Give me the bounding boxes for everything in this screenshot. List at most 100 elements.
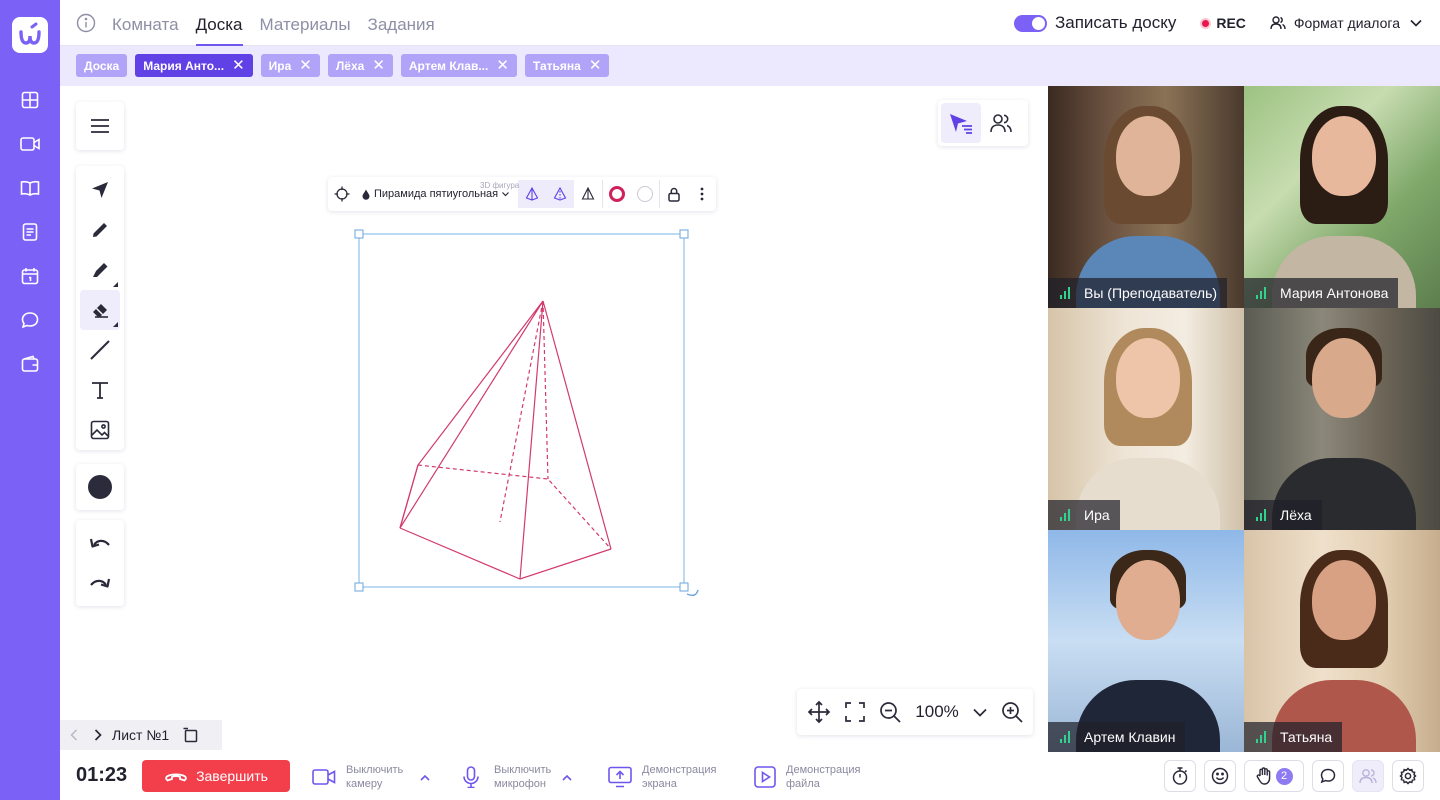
file-label-line1: Демонстрация bbox=[786, 764, 861, 776]
pencil-icon bbox=[93, 223, 107, 237]
pan-icon[interactable] bbox=[807, 700, 831, 724]
close-icon[interactable]: ✕ bbox=[372, 58, 385, 73]
menu-button[interactable] bbox=[76, 102, 124, 150]
camera-toggle[interactable]: Выключить камеру bbox=[312, 760, 430, 794]
pyramid-dashed-button[interactable] bbox=[546, 180, 574, 208]
raise-hand-button[interactable]: 2 bbox=[1244, 760, 1304, 792]
video-tile[interactable]: Ира bbox=[1048, 308, 1244, 530]
zoom-in-icon[interactable] bbox=[1001, 701, 1023, 723]
board-chip[interactable]: Ира ✕ bbox=[260, 54, 320, 77]
board-chip[interactable]: Лёха ✕ bbox=[327, 54, 393, 77]
board-chip[interactable]: Доска bbox=[76, 54, 128, 77]
info-icon[interactable] bbox=[76, 13, 96, 33]
zoom-out-icon[interactable] bbox=[879, 701, 901, 723]
board-chip[interactable]: Артем Клав... ✕ bbox=[400, 54, 517, 77]
play-file-icon bbox=[754, 766, 776, 788]
settings-button[interactable] bbox=[1392, 760, 1424, 792]
stroke-color-icon bbox=[609, 186, 625, 202]
participants-mode-button[interactable] bbox=[981, 103, 1021, 143]
video-tile[interactable]: Лёха bbox=[1244, 308, 1440, 530]
participant-label: Лёха bbox=[1244, 500, 1322, 530]
record-board-label[interactable]: Записать доску bbox=[1055, 13, 1176, 33]
more-button[interactable] bbox=[688, 180, 716, 208]
pyramid-outline-button[interactable] bbox=[574, 180, 602, 208]
users-icon bbox=[1359, 769, 1377, 784]
chevron-up-icon[interactable] bbox=[562, 774, 572, 781]
undo-icon bbox=[89, 538, 110, 548]
eraser-icon bbox=[93, 304, 108, 318]
close-icon[interactable]: ✕ bbox=[496, 58, 509, 73]
signal-icon bbox=[1060, 509, 1072, 521]
image-tool[interactable] bbox=[80, 410, 120, 450]
chevron-right-icon[interactable] bbox=[94, 729, 102, 741]
book-icon[interactable] bbox=[18, 176, 42, 200]
chat-button[interactable] bbox=[1312, 760, 1344, 792]
shape-type-select[interactable]: 3D фигура Пирамида пятиугольная bbox=[356, 177, 519, 211]
document-icon[interactable] bbox=[18, 220, 42, 244]
more-vertical-icon bbox=[700, 187, 704, 201]
pyramid-solid-button[interactable] bbox=[518, 180, 546, 208]
page-label[interactable]: Лист №1 bbox=[112, 727, 169, 743]
logo-icon[interactable] bbox=[12, 17, 48, 53]
tab-board[interactable]: Доска bbox=[195, 0, 243, 46]
fit-screen-icon[interactable] bbox=[845, 702, 865, 722]
fill-color-button[interactable] bbox=[631, 180, 659, 208]
undo-button[interactable] bbox=[80, 524, 120, 564]
left-sidebar bbox=[0, 0, 60, 800]
marker-icon bbox=[93, 263, 108, 277]
presenter-mode-button[interactable] bbox=[941, 103, 981, 143]
signal-icon bbox=[1256, 731, 1268, 743]
text-tool[interactable] bbox=[80, 370, 120, 410]
video-tile[interactable]: Артем Клавин bbox=[1048, 530, 1244, 752]
timer-button[interactable] bbox=[1164, 760, 1196, 792]
wallet-icon[interactable] bbox=[18, 352, 42, 376]
fill-color-icon bbox=[637, 186, 653, 202]
rec-label: REC bbox=[1216, 15, 1246, 31]
marker-tool[interactable] bbox=[80, 250, 120, 290]
tab-materials[interactable]: Материалы bbox=[260, 0, 351, 46]
screen-share-button[interactable]: Демонстрация экрана bbox=[608, 760, 720, 794]
chat-icon[interactable] bbox=[18, 308, 42, 332]
tab-tasks[interactable]: Задания bbox=[368, 0, 435, 46]
color-picker-button[interactable] bbox=[76, 464, 124, 510]
microphone-toggle[interactable]: Выключить микрофон bbox=[462, 760, 572, 794]
close-icon[interactable]: ✕ bbox=[299, 58, 312, 73]
pyramid-outline-icon bbox=[581, 187, 595, 200]
select-tool[interactable] bbox=[80, 170, 120, 210]
lock-button[interactable] bbox=[660, 180, 688, 208]
calendar-icon[interactable] bbox=[18, 264, 42, 288]
record-board-toggle[interactable] bbox=[1013, 14, 1047, 32]
stroke-color-button[interactable] bbox=[603, 180, 631, 208]
redo-button[interactable] bbox=[80, 564, 120, 604]
participants-button[interactable] bbox=[1352, 760, 1384, 792]
chevron-down-icon[interactable] bbox=[973, 708, 987, 717]
dashboard-icon[interactable] bbox=[18, 88, 42, 112]
board-chip[interactable]: Татьяна ✕ bbox=[524, 54, 610, 77]
close-icon[interactable]: ✕ bbox=[589, 58, 602, 73]
video-tile[interactable]: Татьяна bbox=[1244, 530, 1440, 752]
pen-tool[interactable] bbox=[80, 210, 120, 250]
chevron-down-icon bbox=[502, 191, 510, 196]
participant-label: Татьяна bbox=[1244, 722, 1343, 752]
chevron-left-icon[interactable] bbox=[70, 729, 78, 741]
tab-room[interactable]: Комната bbox=[112, 0, 179, 46]
file-share-button[interactable]: Демонстрация файла bbox=[754, 760, 864, 794]
add-page-icon[interactable] bbox=[183, 727, 199, 743]
chevron-down-icon[interactable] bbox=[1410, 19, 1422, 27]
chevron-up-icon[interactable] bbox=[420, 774, 430, 781]
whiteboard-canvas[interactable]: 3D фигура Пирамида пятиугольная 100% Лис… bbox=[60, 86, 1048, 750]
move-shape-button[interactable] bbox=[328, 180, 356, 208]
pyramid-drawing[interactable] bbox=[350, 226, 710, 606]
dialog-format-select[interactable]: Формат диалога bbox=[1294, 15, 1400, 31]
board-chip[interactable]: Мария Анто... ✕ bbox=[135, 54, 253, 77]
video-tile[interactable]: Мария Антонова bbox=[1244, 86, 1440, 308]
reactions-button[interactable] bbox=[1204, 760, 1236, 792]
close-icon[interactable]: ✕ bbox=[232, 58, 245, 73]
zoom-level[interactable]: 100% bbox=[915, 702, 958, 722]
resize-handle bbox=[679, 582, 689, 592]
video-tile[interactable]: Вы (Преподаватель) bbox=[1048, 86, 1244, 308]
eraser-tool[interactable] bbox=[80, 290, 120, 330]
end-call-button[interactable]: Завершить bbox=[142, 760, 290, 792]
video-icon[interactable] bbox=[18, 132, 42, 156]
line-tool[interactable] bbox=[80, 330, 120, 370]
